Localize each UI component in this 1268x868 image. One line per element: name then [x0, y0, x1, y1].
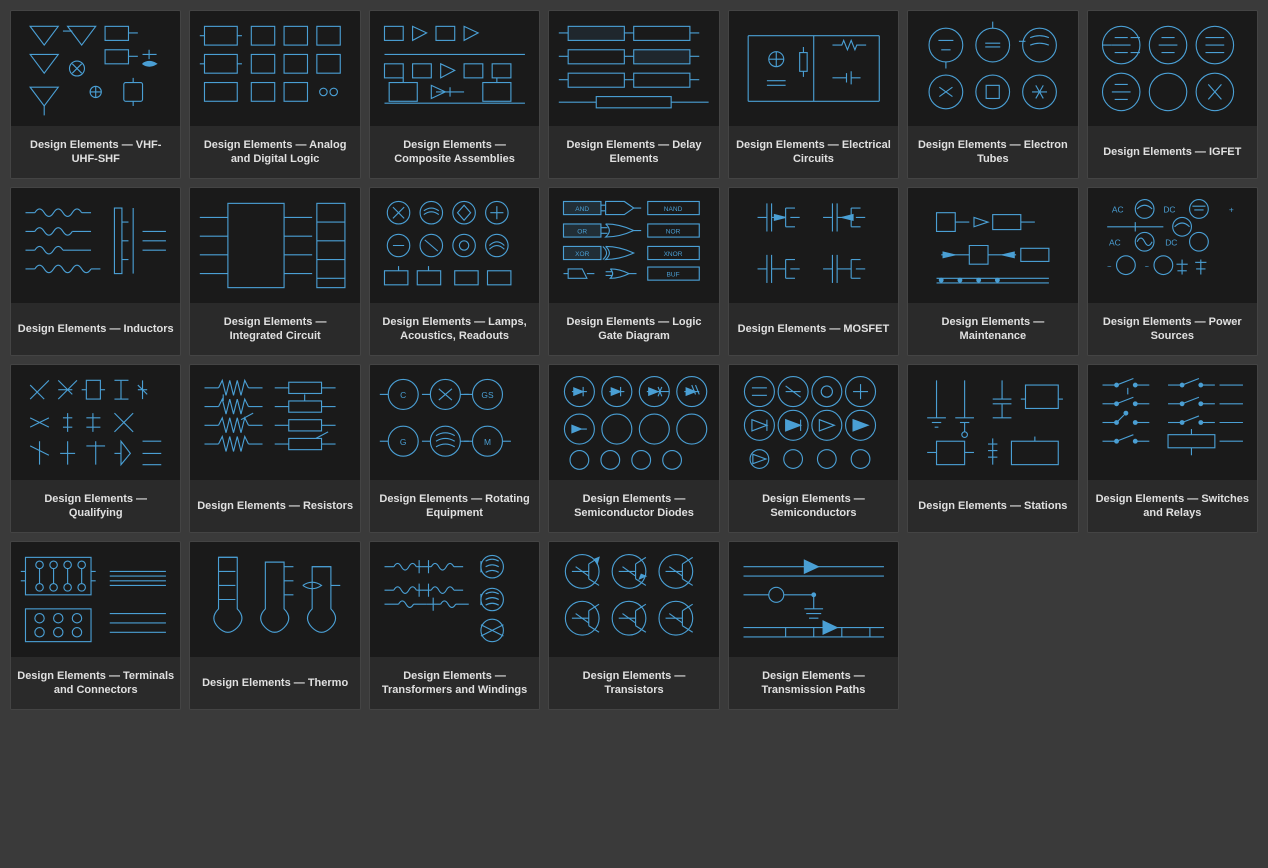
card-image-electron-tubes [908, 11, 1077, 126]
card-label-rotating: Design Elements — Rotating Equipment [370, 480, 539, 532]
card-image-terminals [11, 542, 180, 657]
card-image-igfet [1088, 11, 1257, 126]
card-label-delay: Design Elements — Delay Elements [549, 126, 718, 178]
card-switches-relays[interactable]: Design Elements — Switches and Relays [1087, 364, 1258, 533]
svg-text:M: M [484, 437, 491, 447]
card-logic-gate[interactable]: AND NAND OR NOR XOR XNOR [548, 187, 719, 356]
card-label-logic-gate: Design Elements — Logic Gate Diagram [549, 303, 718, 355]
card-image-qualifying [11, 365, 180, 480]
svg-text:GS: GS [481, 390, 494, 400]
card-image-vhf [11, 11, 180, 126]
svg-text:NOR: NOR [666, 228, 681, 235]
card-label-igfet: Design Elements — IGFET [1088, 126, 1257, 178]
card-image-semi-diodes [549, 365, 718, 480]
svg-text:DC: DC [1165, 238, 1177, 248]
card-label-vhf: Design Elements — VHF-UHF-SHF [11, 126, 180, 178]
card-image-transistors [549, 542, 718, 657]
card-transmission-paths[interactable]: Design Elements — Transmission Paths [728, 541, 899, 710]
card-image-composite [370, 11, 539, 126]
card-image-power-sources: AC DC + AC DC ~ ~ [1088, 188, 1257, 303]
svg-text:XNOR: XNOR [664, 251, 683, 258]
card-label-transistors: Design Elements — Transistors [549, 657, 718, 709]
card-label-analog: Design Elements — Analog and Digital Log… [190, 126, 359, 178]
svg-text:OR: OR [578, 228, 588, 235]
card-image-lamps [370, 188, 539, 303]
card-image-maintenance [908, 188, 1077, 303]
card-label-inductors: Design Elements — Inductors [11, 303, 180, 355]
card-igfet[interactable]: Design Elements — IGFET [1087, 10, 1258, 179]
card-mosfet[interactable]: Design Elements — MOSFET [728, 187, 899, 356]
card-label-lamps: Design Elements — Lamps, Acoustics, Read… [370, 303, 539, 355]
svg-text:AC: AC [1109, 238, 1121, 248]
cards-grid: Design Elements — VHF-UHF-SHF [10, 10, 1258, 710]
card-image-inductors [11, 188, 180, 303]
card-image-rotating: C GS G M [370, 365, 539, 480]
svg-text:G: G [400, 437, 407, 447]
card-label-semiconductors: Design Elements — Semiconductors [729, 480, 898, 532]
card-composite[interactable]: Design Elements — Composite Assemblies [369, 10, 540, 179]
svg-text:+: + [1228, 205, 1233, 215]
svg-text:AND: AND [576, 206, 590, 213]
card-label-ic: Design Elements — Integrated Circuit [190, 303, 359, 355]
card-transformers[interactable]: Design Elements — Transformers and Windi… [369, 541, 540, 710]
card-label-terminals: Design Elements — Terminals and Connecto… [11, 657, 180, 709]
card-vhf-uhf-shf[interactable]: Design Elements — VHF-UHF-SHF [10, 10, 181, 179]
card-label-switches: Design Elements — Switches and Relays [1088, 480, 1257, 532]
card-label-transformers: Design Elements — Transformers and Windi… [370, 657, 539, 709]
card-image-logic-gate: AND NAND OR NOR XOR XNOR [549, 188, 718, 303]
card-stations[interactable]: Design Elements — Stations [907, 364, 1078, 533]
card-thermo[interactable]: Design Elements — Thermo [189, 541, 360, 710]
svg-text:~: ~ [1107, 262, 1112, 271]
card-image-transformers [370, 542, 539, 657]
card-label-mosfet: Design Elements — MOSFET [729, 303, 898, 355]
card-electron-tubes[interactable]: Design Elements — Electron Tubes [907, 10, 1078, 179]
card-image-transmission [729, 542, 898, 657]
svg-text:~: ~ [1144, 262, 1149, 271]
card-image-thermo [190, 542, 359, 657]
card-image-electrical [729, 11, 898, 126]
card-terminals[interactable]: Design Elements — Terminals and Connecto… [10, 541, 181, 710]
card-transistors[interactable]: Design Elements — Transistors [548, 541, 719, 710]
card-power-sources[interactable]: AC DC + AC DC ~ ~ [1087, 187, 1258, 356]
svg-text:C: C [400, 390, 406, 400]
card-lamps[interactable]: Design Elements — Lamps, Acoustics, Read… [369, 187, 540, 356]
card-analog-digital[interactable]: Design Elements — Analog and Digital Log… [189, 10, 360, 179]
card-resistors[interactable]: Design Elements — Resistors [189, 364, 360, 533]
card-label-maintenance: Design Elements — Maintenance [908, 303, 1077, 355]
card-label-stations: Design Elements — Stations [908, 480, 1077, 532]
card-semiconductors[interactable]: Design Elements — Semiconductors [728, 364, 899, 533]
card-delay[interactable]: Design Elements — Delay Elements [548, 10, 719, 179]
card-rotating[interactable]: C GS G M [369, 364, 540, 533]
card-label-electrical: Design Elements — Electrical Circuits [729, 126, 898, 178]
card-image-switches [1088, 365, 1257, 480]
card-label-electron-tubes: Design Elements — Electron Tubes [908, 126, 1077, 178]
svg-text:XOR: XOR [575, 251, 589, 258]
card-image-resistors [190, 365, 359, 480]
card-label-thermo: Design Elements — Thermo [190, 657, 359, 709]
card-label-composite: Design Elements — Composite Assemblies [370, 126, 539, 178]
card-maintenance[interactable]: Design Elements — Maintenance [907, 187, 1078, 356]
card-label-semi-diodes: Design Elements — Semiconductor Diodes [549, 480, 718, 532]
card-image-stations [908, 365, 1077, 480]
card-label-power-sources: Design Elements — Power Sources [1088, 303, 1257, 355]
card-qualifying[interactable]: Design Elements — Qualifying [10, 364, 181, 533]
card-label-qualifying: Design Elements — Qualifying [11, 480, 180, 532]
card-semiconductor-diodes[interactable]: Design Elements — Semiconductor Diodes [548, 364, 719, 533]
card-integrated-circuit[interactable]: Design Elements — Integrated Circuit [189, 187, 360, 356]
svg-text:AC: AC [1111, 205, 1123, 215]
card-image-semiconductors [729, 365, 898, 480]
svg-text:DC: DC [1163, 205, 1175, 215]
card-image-mosfet [729, 188, 898, 303]
card-inductors[interactable]: Design Elements — Inductors [10, 187, 181, 356]
card-label-transmission: Design Elements — Transmission Paths [729, 657, 898, 709]
card-label-resistors: Design Elements — Resistors [190, 480, 359, 532]
card-image-analog [190, 11, 359, 126]
svg-text:NAND: NAND [664, 206, 683, 213]
card-image-delay [549, 11, 718, 126]
card-image-ic [190, 188, 359, 303]
svg-text:BUF: BUF [667, 271, 680, 278]
card-electrical[interactable]: Design Elements — Electrical Circuits [728, 10, 899, 179]
